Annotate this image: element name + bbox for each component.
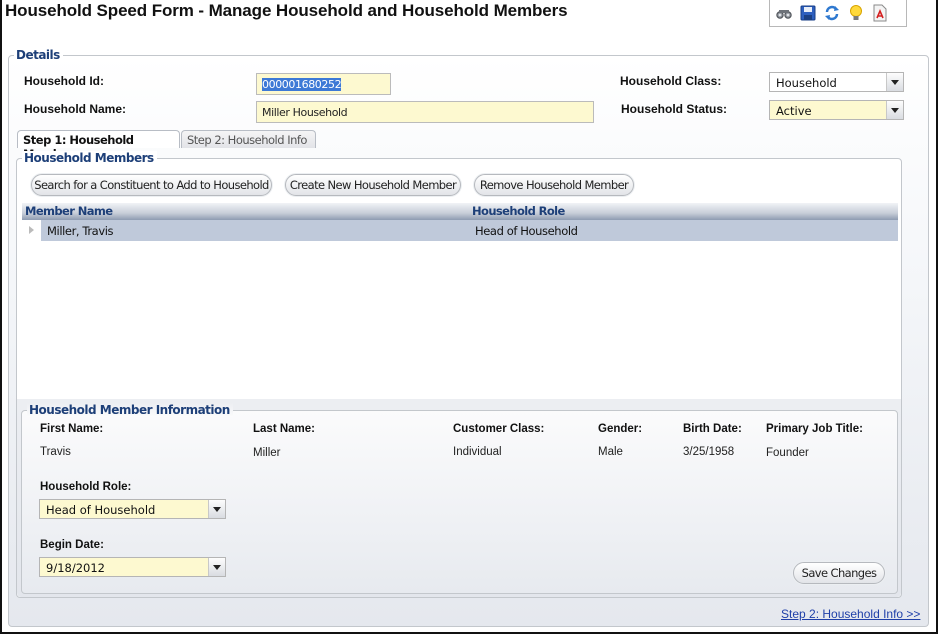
customer-class-label: Customer Class: — [453, 423, 545, 435]
household-id-label: Household Id: — [24, 74, 104, 88]
first-name-label: First Name: — [40, 423, 104, 435]
row-body: Miller, Travis Head of Household — [41, 220, 898, 241]
row-expand-icon[interactable] — [22, 220, 41, 241]
household-status-label: Household Status: — [621, 102, 728, 116]
members-grid: Member Name Household Role Miller, Travi… — [22, 203, 898, 398]
begin-date-value: 9/18/2012 — [46, 561, 105, 575]
last-name-value: Miller — [253, 447, 281, 459]
household-class-select[interactable]: Household — [769, 72, 904, 92]
member-info-panel: Household Member Information First Name:… — [21, 403, 898, 594]
remove-member-button[interactable]: Remove Household Member — [474, 174, 634, 196]
household-id-field[interactable]: 000001680252 — [256, 73, 391, 95]
grid-header: Member Name Household Role — [22, 203, 898, 220]
gender-label: Gender: — [598, 423, 643, 435]
household-members-legend: Household Members — [22, 151, 157, 165]
next-step-link[interactable]: Step 2: Household Info >> — [781, 607, 920, 621]
member-info-legend: Household Member Information — [27, 403, 233, 417]
begin-date-picker[interactable]: 9/18/2012 — [39, 557, 226, 577]
page-title: Household Speed Form - Manage Household … — [5, 1, 568, 20]
job-title-value: Founder — [766, 447, 809, 459]
search-constituent-button[interactable]: Search for a Constituent to Add to House… — [31, 174, 272, 196]
last-name-label: Last Name: — [253, 423, 315, 435]
save-changes-button[interactable]: Save Changes — [793, 562, 885, 584]
cell-member-name: Miller, Travis — [47, 224, 114, 238]
birth-date-value: 3/25/1958 — [683, 446, 735, 458]
customer-class-value: Individual — [453, 446, 502, 458]
chevron-down-icon[interactable] — [886, 73, 903, 91]
household-name-label: Household Name: — [24, 102, 127, 116]
binoculars-icon[interactable] — [775, 4, 793, 22]
job-title-label: Primary Job Title: — [766, 423, 863, 435]
begin-date-label: Begin Date: — [40, 539, 104, 551]
chevron-down-icon[interactable] — [886, 101, 903, 119]
household-name-field[interactable]: Miller Household — [256, 101, 594, 123]
first-name-value: Travis — [40, 446, 71, 458]
toolbar — [769, 0, 907, 27]
household-role-label: Household Role: — [40, 481, 132, 493]
household-class-value: Household — [776, 76, 837, 90]
household-role-value: Head of Household — [46, 503, 156, 517]
table-row[interactable]: Miller, Travis Head of Household — [22, 220, 898, 241]
tab-household-info[interactable]: Step 2: Household Info — [181, 130, 316, 148]
refresh-icon[interactable] — [823, 4, 841, 22]
create-member-button[interactable]: Create New Household Member — [285, 174, 461, 196]
chevron-down-icon[interactable] — [208, 500, 225, 518]
calendar-dropdown-icon[interactable] — [208, 558, 225, 576]
household-class-label: Household Class: — [620, 74, 722, 88]
lightbulb-icon[interactable] — [847, 4, 865, 22]
household-role-select[interactable]: Head of Household — [39, 499, 226, 519]
birth-date-label: Birth Date: — [683, 423, 742, 435]
details-legend: Details — [14, 48, 63, 62]
household-status-value: Active — [776, 104, 812, 118]
household-status-select[interactable]: Active — [769, 100, 904, 120]
column-header-household-role[interactable]: Household Role — [472, 204, 565, 218]
tab-household-members[interactable]: Step 1: Household Members — [17, 130, 180, 161]
save-icon[interactable] — [799, 4, 817, 22]
household-id-value: 000001680252 — [262, 78, 342, 91]
column-header-member-name[interactable]: Member Name — [25, 204, 113, 218]
cell-household-role: Head of Household — [475, 224, 578, 238]
household-members-panel: Household Members Search for a Constitue… — [16, 151, 902, 598]
pdf-report-icon[interactable] — [871, 4, 889, 22]
gender-value: Male — [598, 446, 623, 458]
